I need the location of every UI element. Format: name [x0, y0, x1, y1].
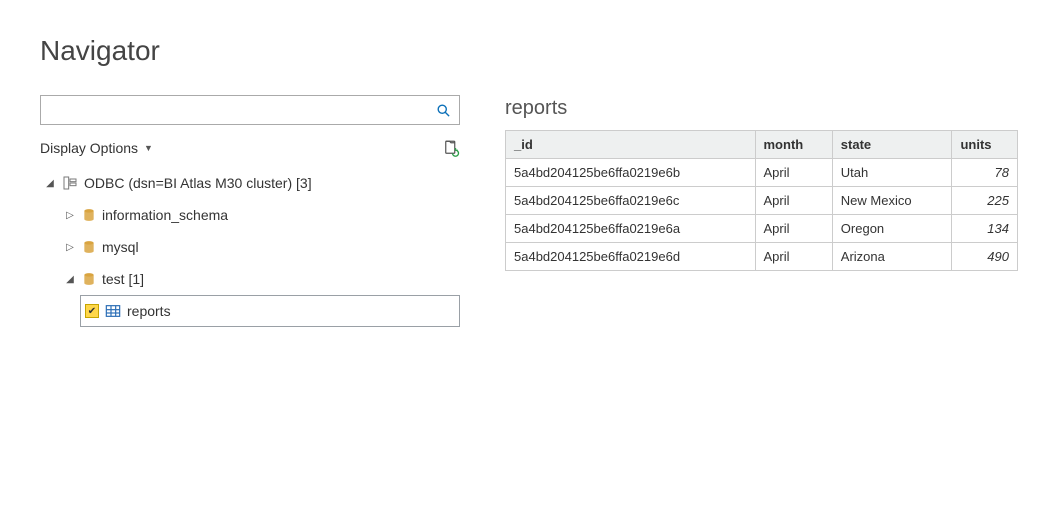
expand-icon[interactable]: ▷	[64, 242, 76, 253]
preview-panel: reports _id month state units 5a4bd20412…	[505, 95, 1018, 327]
cell-state: New Mexico	[832, 187, 952, 215]
cell-units: 490	[952, 243, 1018, 271]
tree-node-odbc-root[interactable]: ◢ ODBC (dsn=BI Atlas M30 cluster) [3]	[40, 167, 460, 199]
checkbox-checked-icon[interactable]: ✔	[85, 304, 99, 318]
column-header-month[interactable]: month	[755, 131, 832, 159]
column-header-id[interactable]: _id	[506, 131, 756, 159]
tree-node-information-schema[interactable]: ▷ information_schema	[60, 199, 460, 231]
cell-month: April	[755, 243, 832, 271]
cell-id: 5a4bd204125be6ffa0219e6a	[506, 215, 756, 243]
cell-units: 225	[952, 187, 1018, 215]
nav-tree: ◢ ODBC (dsn=BI Atlas M30 cluster) [3] ▷ …	[40, 167, 460, 327]
cell-id: 5a4bd204125be6ffa0219e6b	[506, 159, 756, 187]
search-box	[40, 95, 460, 125]
table-row[interactable]: 5a4bd204125be6ffa0219e6c April New Mexic…	[506, 187, 1018, 215]
search-icon[interactable]	[427, 103, 459, 118]
table-header-row: _id month state units	[506, 131, 1018, 159]
cell-id: 5a4bd204125be6ffa0219e6c	[506, 187, 756, 215]
cell-units: 78	[952, 159, 1018, 187]
cell-month: April	[755, 215, 832, 243]
cell-month: April	[755, 187, 832, 215]
table-row[interactable]: 5a4bd204125be6ffa0219e6b April Utah 78	[506, 159, 1018, 187]
cell-state: Utah	[832, 159, 952, 187]
cell-units: 134	[952, 215, 1018, 243]
navigator-panel: Display Options ▼ ◢	[40, 95, 460, 327]
collapse-icon[interactable]: ◢	[44, 178, 56, 189]
database-icon	[82, 271, 96, 287]
preview-table: _id month state units 5a4bd204125be6ffa0…	[505, 130, 1018, 271]
tree-label: ODBC (dsn=BI Atlas M30 cluster) [3]	[84, 175, 312, 191]
datasource-icon	[62, 175, 78, 191]
table-icon	[105, 304, 121, 318]
chevron-down-icon: ▼	[144, 143, 153, 153]
tree-node-test[interactable]: ◢ test [1]	[60, 263, 460, 295]
column-header-units[interactable]: units	[952, 131, 1018, 159]
cell-month: April	[755, 159, 832, 187]
tree-node-mysql[interactable]: ▷ mysql	[60, 231, 460, 263]
refresh-icon[interactable]	[442, 139, 460, 157]
cell-state: Arizona	[832, 243, 952, 271]
database-icon	[82, 239, 96, 255]
search-input[interactable]	[41, 96, 427, 124]
expand-icon[interactable]: ▷	[64, 210, 76, 221]
collapse-icon[interactable]: ◢	[64, 274, 76, 285]
tree-label: reports	[127, 303, 171, 319]
preview-title: reports	[505, 97, 1018, 120]
database-icon	[82, 207, 96, 223]
column-header-state[interactable]: state	[832, 131, 952, 159]
cell-state: Oregon	[832, 215, 952, 243]
page-title: Navigator	[40, 35, 1018, 67]
tree-label: mysql	[102, 239, 139, 255]
display-options-dropdown[interactable]: Display Options ▼	[40, 140, 153, 156]
table-row[interactable]: 5a4bd204125be6ffa0219e6d April Arizona 4…	[506, 243, 1018, 271]
tree-label: information_schema	[102, 207, 228, 223]
cell-id: 5a4bd204125be6ffa0219e6d	[506, 243, 756, 271]
tree-node-reports[interactable]: ✔ reports	[80, 295, 460, 327]
tree-label: test [1]	[102, 271, 144, 287]
table-row[interactable]: 5a4bd204125be6ffa0219e6a April Oregon 13…	[506, 215, 1018, 243]
display-options-label: Display Options	[40, 140, 138, 156]
